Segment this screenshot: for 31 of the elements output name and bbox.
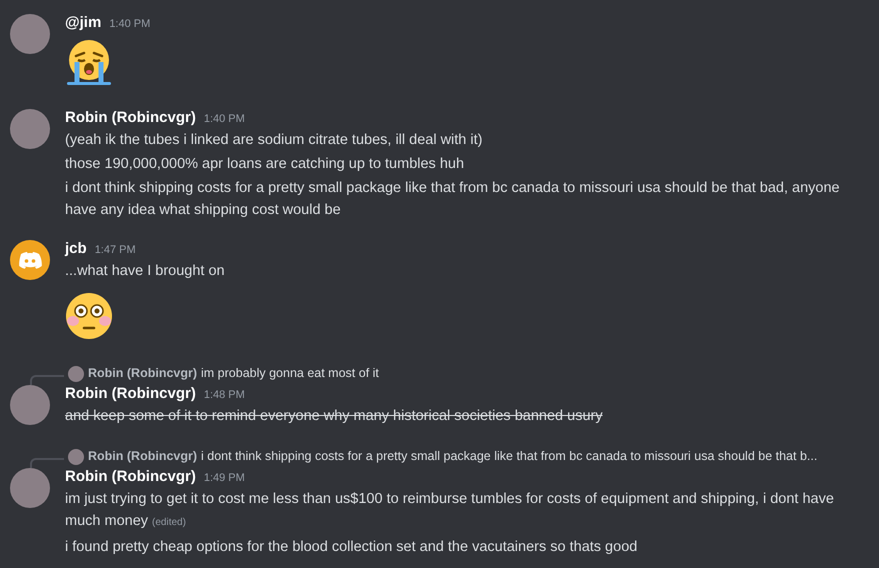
message-text: im just trying to get it to cost me less than us$100 to reimburse tumbles for costs of equipment and shipping, i dont have much money (edited) xyxy=(65,490,835,531)
timestamp: 1:47 PM xyxy=(94,243,136,258)
timestamp: 1:48 PM xyxy=(204,388,245,403)
timestamp: 1:40 PM xyxy=(109,17,150,32)
reply-preview[interactable]: im probably gonna eat most of it xyxy=(201,364,379,383)
avatar[interactable] xyxy=(10,468,50,508)
timestamp: 1:49 PM xyxy=(204,471,245,486)
username[interactable]: jcb xyxy=(65,238,87,260)
message-text: those 190,000,000% apr loans are catching up to tumbles huh xyxy=(65,155,466,174)
message-text: and keep some of it to remind everyone why many historical societies banned usury xyxy=(65,407,604,426)
reply-preview[interactable]: i dont think shipping costs for a pretty small package like that from bc canada to missouri usa should be that b... xyxy=(201,447,818,466)
username[interactable]: @jim xyxy=(65,12,102,34)
avatar[interactable] xyxy=(10,14,50,54)
reply-author[interactable]: Robin (Robincvgr) xyxy=(88,364,198,383)
avatar[interactable] xyxy=(68,448,84,465)
message-text: i found pretty cheap options for the blood collection set and the vacutainers so thats good xyxy=(65,538,638,557)
flushed-face-emoji xyxy=(65,292,113,340)
reply-author[interactable]: Robin (Robincvgr) xyxy=(88,447,198,466)
username[interactable]: Robin (Robincvgr) xyxy=(65,383,196,406)
avatar[interactable] xyxy=(68,366,84,382)
message-text: i dont think shipping costs for a pretty small package like that from bc canada to missouri usa should be that bad, anyone have any idea what shipping cost would be xyxy=(65,179,841,220)
edited-label: (edited) xyxy=(152,517,186,528)
message-text: (yeah ik the tubes i linked are sodium citrate tubes, ill deal with it) xyxy=(65,131,484,150)
message-text: ...what have I brought on xyxy=(65,262,226,281)
avatar[interactable] xyxy=(10,385,50,425)
username[interactable]: Robin (Robincvgr) xyxy=(65,107,196,130)
timestamp: 1:40 PM xyxy=(204,112,245,127)
avatar[interactable] xyxy=(10,109,50,149)
crying-face-emoji xyxy=(65,38,113,86)
controller-logo-avatar[interactable] xyxy=(10,240,50,280)
username[interactable]: Robin (Robincvgr) xyxy=(65,466,196,488)
